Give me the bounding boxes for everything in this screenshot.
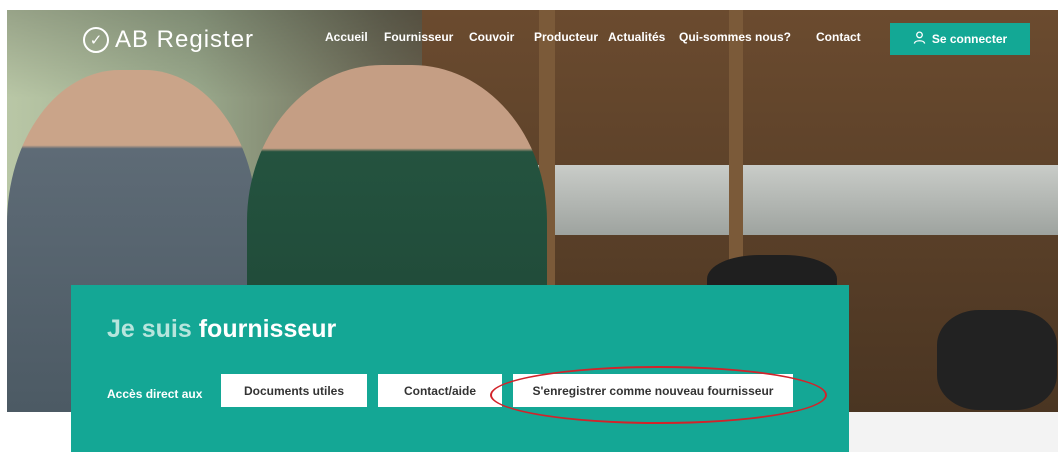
title-light: Je suis bbox=[107, 315, 192, 343]
cow-head bbox=[937, 310, 1057, 410]
page-background-strip bbox=[849, 412, 1058, 452]
page-title: Je suis fournisseur bbox=[107, 315, 336, 344]
nav-accueil[interactable]: Accueil bbox=[325, 30, 368, 44]
highlight-ellipse bbox=[490, 366, 827, 424]
title-bold: fournisseur bbox=[198, 315, 337, 343]
login-button[interactable]: Se connecter bbox=[890, 23, 1030, 55]
nav-fournisseur[interactable]: Fournisseur bbox=[384, 30, 453, 44]
nav-qui-sommes-nous[interactable]: Qui-sommes nous? bbox=[679, 30, 791, 44]
nav-couvoir[interactable]: Couvoir bbox=[469, 30, 514, 44]
site-logo[interactable]: ✓ AB Register bbox=[83, 23, 254, 57]
nav-producteur[interactable]: Producteur bbox=[534, 30, 598, 44]
nav-actualites[interactable]: Actualités bbox=[608, 30, 665, 44]
checkmark-icon: ✓ bbox=[83, 27, 109, 53]
nav-contact[interactable]: Contact bbox=[816, 30, 861, 44]
documents-button[interactable]: Documents utiles bbox=[221, 374, 367, 407]
login-label: Se connecter bbox=[931, 32, 1008, 46]
logo-text: AB Register bbox=[115, 26, 255, 53]
user-icon bbox=[913, 31, 926, 47]
quick-access-label: Accès direct aux bbox=[107, 387, 203, 401]
contact-aide-button[interactable]: Contact/aide bbox=[378, 374, 502, 407]
